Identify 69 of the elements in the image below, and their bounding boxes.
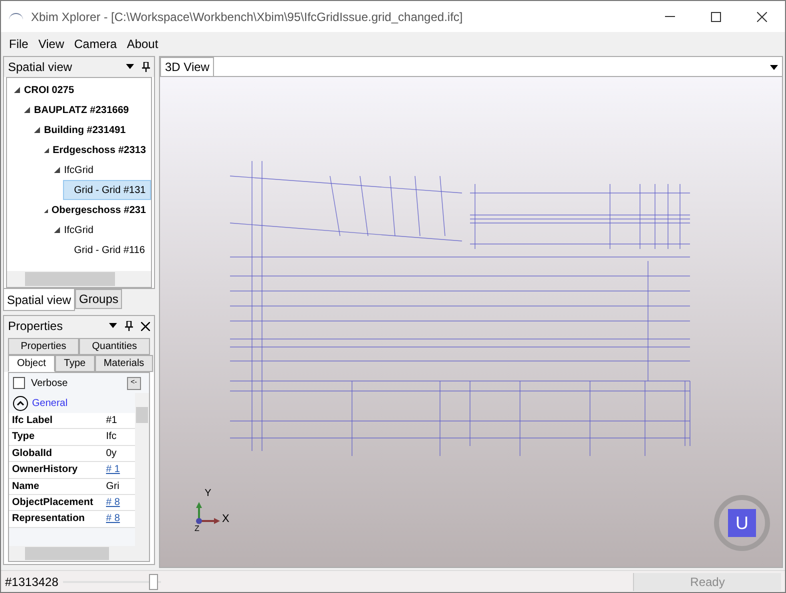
property-link[interactable]: # 8: [106, 494, 120, 510]
close-icon[interactable]: [757, 12, 767, 22]
expander-triangle-icon[interactable]: [54, 167, 60, 173]
tree-item[interactable]: Obergeschoss #231: [43, 200, 151, 220]
navigation-cube[interactable]: U: [714, 495, 770, 551]
tree-item[interactable]: Grid - Grid #131: [63, 180, 151, 200]
property-value: Gri: [106, 480, 120, 494]
panel-title: Spatial view: [8, 59, 74, 76]
tree-item[interactable]: IfcGrid: [53, 220, 151, 240]
vertical-scrollbar[interactable]: [135, 393, 149, 546]
expander-triangle-icon[interactable]: [44, 147, 49, 153]
axis-label: Y: [204, 487, 212, 501]
properties-tab[interactable]: Materials: [94, 355, 154, 372]
section-title[interactable]: General: [32, 396, 68, 410]
zoom-slider[interactable]: [63, 574, 161, 590]
window-title: Xbim Xplorer - [C:\Workspace\Workbench\Xbim\95\IfcGridIssue.grid_changed.ifc]: [31, 8, 464, 26]
dropdown-icon[interactable]: [109, 323, 117, 329]
horizontal-scrollbar[interactable]: [7, 271, 151, 287]
pin-icon[interactable]: [125, 321, 133, 331]
property-value: Ifc: [106, 430, 117, 444]
3d-viewport[interactable]: Y Z X U: [160, 77, 782, 567]
property-name: OwnerHistory: [11, 463, 79, 478]
property-name: ObjectPlacement: [11, 496, 94, 510]
property-name: GlobalId: [11, 446, 53, 461]
property-value: 0y: [106, 446, 117, 461]
properties-tab[interactable]: Quantities: [79, 338, 150, 355]
dropdown-icon[interactable]: [126, 64, 134, 70]
expander-triangle-icon[interactable]: [34, 127, 40, 133]
status-text: Ready: [633, 572, 781, 590]
tree-item[interactable]: Building #231491: [33, 120, 151, 140]
property-name: Representation: [11, 512, 86, 526]
axis-label: X: [222, 512, 230, 526]
tree-item[interactable]: Erdgeschoss #2313: [43, 140, 151, 160]
axis-label: Z: [194, 525, 200, 533]
maximize-icon[interactable]: [711, 12, 721, 22]
panel-title: Properties: [8, 318, 64, 335]
view-tab[interactable]: 3D View: [160, 57, 214, 76]
property-value: #1: [106, 414, 118, 428]
panel-tab[interactable]: Spatial view: [3, 289, 76, 311]
entity-label: #1313428: [4, 574, 60, 590]
collapse-icon[interactable]: [13, 396, 28, 410]
menu-item[interactable]: Camera: [70, 35, 121, 53]
properties-tab[interactable]: Properties: [8, 338, 79, 355]
property-name: Type: [11, 430, 36, 444]
menu-item[interactable]: View: [34, 35, 68, 53]
expander-triangle-icon[interactable]: [24, 107, 30, 113]
properties-tab[interactable]: Object: [8, 355, 55, 372]
tree-item[interactable]: Grid - Grid #116: [63, 240, 151, 260]
panel-tab[interactable]: Groups: [75, 289, 122, 309]
property-link[interactable]: # 1: [106, 462, 120, 478]
property-name: Name: [11, 480, 40, 494]
checkbox-label: Verbose: [31, 376, 69, 390]
horizontal-scrollbar[interactable]: [9, 546, 149, 561]
menu-item[interactable]: About: [122, 35, 162, 53]
close-icon[interactable]: [141, 322, 150, 330]
expander-triangle-icon[interactable]: [14, 87, 20, 93]
tree-item[interactable]: BAUPLATZ #231669: [23, 100, 151, 120]
expander-triangle-icon[interactable]: [44, 207, 48, 213]
property-link[interactable]: # 8: [106, 511, 120, 527]
properties-tab[interactable]: Type: [54, 355, 95, 372]
dropdown-icon[interactable]: [770, 65, 778, 71]
property-name: Ifc Label: [11, 414, 54, 428]
expander-triangle-icon[interactable]: [54, 227, 60, 233]
menu-item[interactable]: File: [5, 35, 32, 53]
verbose-checkbox[interactable]: [13, 377, 25, 389]
pin-icon[interactable]: [142, 62, 150, 72]
axes-gizmo-icon: [194, 501, 222, 525]
tree-item[interactable]: CROI 0275: [13, 80, 151, 100]
tree-item[interactable]: IfcGrid: [53, 160, 151, 180]
